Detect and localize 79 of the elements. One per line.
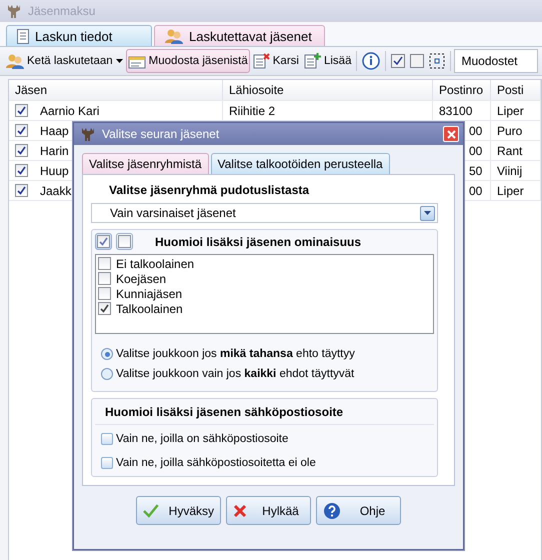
people-icon — [165, 28, 183, 44]
checkbox-icon — [97, 235, 110, 248]
column-header[interactable]: Posti — [491, 80, 541, 100]
checkmark-icon — [143, 504, 159, 518]
table-cell: Aarnio Kari — [40, 104, 100, 118]
checkbox[interactable] — [15, 124, 28, 137]
table-cell: 83100 — [439, 104, 472, 118]
table-cell: 50 — [469, 164, 482, 178]
uncheck-all-button[interactable] — [116, 233, 133, 250]
cross-icon — [233, 504, 247, 518]
radio-button[interactable] — [101, 348, 113, 360]
checkbox[interactable] — [98, 302, 111, 315]
dialog-button[interactable]: Hyväksy — [136, 496, 221, 525]
table-cell: 00 — [469, 144, 482, 158]
document-add-icon — [304, 53, 321, 69]
list-item[interactable]: Talkoolainen — [116, 302, 183, 316]
table-cell: Liper — [497, 184, 524, 198]
form-icon — [128, 54, 146, 68]
list-item[interactable]: Ei talkoolainen — [116, 256, 194, 270]
document-remove-icon — [252, 53, 270, 69]
table-cell: Jaakk — [40, 184, 72, 198]
checkbox[interactable] — [15, 164, 28, 177]
checkbox[interactable] — [98, 257, 111, 270]
table-cell: 00 — [469, 124, 482, 138]
window-title: Jäsenmaksu — [28, 4, 96, 18]
table-cell: Haap — [40, 124, 69, 138]
checkbox-label: Vain ne, joilla on sähköpostiosoite — [116, 433, 288, 445]
close-icon — [446, 130, 456, 138]
checkbox[interactable] — [98, 272, 111, 285]
group-heading: Huomioi lisäksi jäsenen ominaisuus — [155, 234, 362, 248]
table-cell: Huup — [40, 164, 69, 178]
toolbar-button[interactable]: Muodosta jäsenistä — [126, 49, 250, 73]
checkbox-checked-icon — [391, 54, 406, 68]
table-cell: 00 — [469, 184, 482, 198]
checkbox[interactable] — [15, 104, 28, 117]
column-header[interactable]: Postinro — [433, 80, 491, 100]
info-icon — [362, 52, 380, 70]
toolbar-button[interactable]: Lisää — [302, 49, 354, 73]
toolbar-button[interactable]: Karsi — [250, 49, 301, 73]
column-header[interactable]: Jäsen — [9, 80, 223, 100]
table-cell: Rant — [497, 144, 522, 158]
tab[interactable]: Valitse jäsenryhmistä — [82, 153, 208, 174]
checkbox[interactable] — [101, 457, 113, 469]
dialog-button[interactable]: Ohje — [316, 496, 401, 525]
close-button[interactable] — [443, 126, 459, 142]
table-cell: Riihitie 2 — [229, 104, 276, 118]
checkbox-icon — [118, 235, 131, 248]
tab[interactable]: Laskutettavat jäsenet — [154, 25, 325, 46]
option-label: Valitse joukkoon vain jos kaikki ehdot täyttyvät — [116, 368, 354, 380]
checkbox[interactable] — [101, 433, 113, 445]
help-icon — [323, 502, 341, 520]
document-icon — [17, 28, 29, 44]
column-header[interactable]: Lähiosoite — [223, 80, 433, 100]
radio-button[interactable] — [101, 368, 113, 380]
dialog-title: Valitse seuran jäsenet — [102, 127, 220, 141]
section-heading: Valitse jäsenryhmä pudotuslistasta — [108, 183, 310, 197]
dialog-button[interactable]: Hylkää — [226, 496, 311, 525]
checkbox[interactable] — [98, 287, 111, 300]
people-icon — [6, 53, 24, 69]
checkbox[interactable] — [15, 184, 28, 197]
tab[interactable]: Laskun tiedot — [6, 25, 152, 46]
group-dropdown[interactable]: Vain varsinaiset jäsenet — [91, 203, 438, 223]
table-cell: Viinij — [497, 164, 522, 178]
checkbox-label: Vain ne, joilla sähköpostiosoitetta ei ole — [116, 457, 316, 469]
caret-icon — [116, 59, 123, 63]
check-all-button[interactable] — [95, 233, 112, 250]
table-cell: Puro — [497, 124, 522, 138]
table-cell: Liper — [497, 104, 524, 118]
option-label: Valitse joukkoon jos mikä tahansa ehto täyttyy — [116, 348, 355, 360]
list-item[interactable]: Koejäsen — [116, 272, 166, 286]
group-heading: Huomioi lisäksi jäsenen sähköpostiosoite — [95, 402, 434, 425]
table-cell: Harin — [40, 144, 69, 158]
tab[interactable]: Valitse talkootöiden perusteella — [210, 153, 390, 174]
list-item[interactable]: Kunniajäsen — [116, 286, 182, 300]
checkbox[interactable] — [15, 144, 28, 157]
checkbox-empty-icon — [410, 54, 424, 68]
dropdown-button[interactable]: Ketä laskutetaan — [4, 49, 125, 73]
text-field[interactable]: Muodostet — [454, 49, 538, 73]
fit-selection-icon — [429, 53, 446, 69]
